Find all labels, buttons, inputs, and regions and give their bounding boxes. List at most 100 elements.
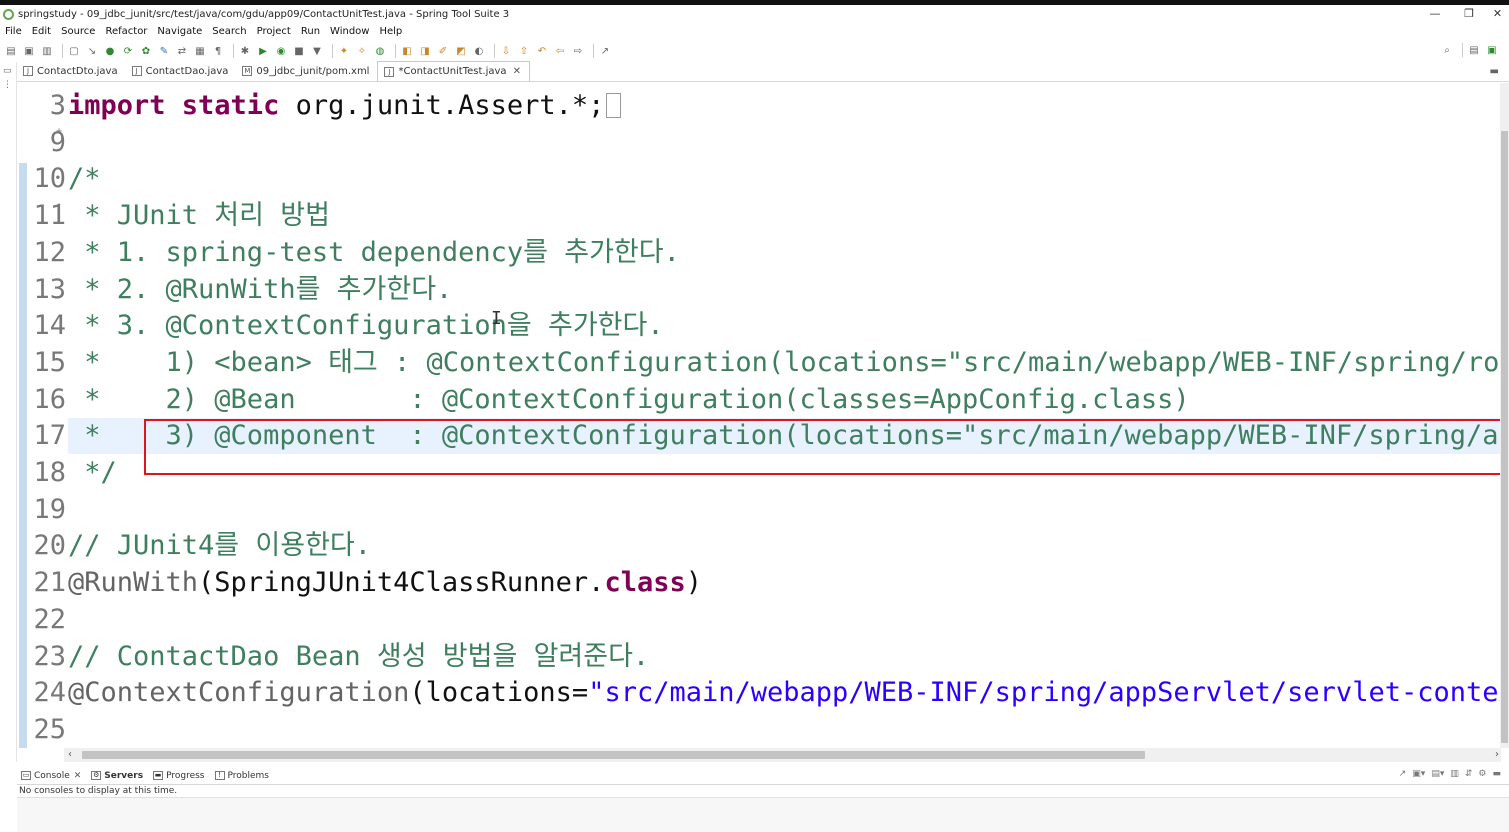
folder-icon[interactable]: ◩ xyxy=(454,44,468,58)
highlight-icon[interactable]: ✎ xyxy=(157,44,171,58)
run-icon[interactable]: ▶ xyxy=(256,44,270,58)
debug-icon[interactable]: ● xyxy=(103,44,117,58)
next-annotation-icon[interactable]: ⇩ xyxy=(499,44,513,58)
menu-file[interactable]: File xyxy=(0,25,27,39)
code-line[interactable]: 10-/* xyxy=(17,161,100,210)
settings-icon[interactable]: ✱ xyxy=(238,44,252,58)
tab-contactdao[interactable]: J ContactDao.java xyxy=(126,61,237,81)
code-line[interactable]: 15 * 1) <bean> 태그 : @ContextConfiguratio… xyxy=(17,345,1501,381)
code-line[interactable]: 25 xyxy=(17,712,68,748)
scroll-left-icon[interactable]: ‹ xyxy=(68,748,72,762)
toolbar-separator xyxy=(62,44,63,58)
code-editor[interactable]: 3 + import static org.junit.Assert.*; 9 10- /… xyxy=(17,83,1501,748)
editor-horizontal-scrollbar[interactable]: ‹ › xyxy=(64,748,1501,762)
scroll-right-icon[interactable]: › xyxy=(1495,748,1499,762)
display-console-icon[interactable]: ▣▾ xyxy=(1412,769,1425,779)
tab-pom-xml[interactable]: M 09_jdbc_junit/pom.xml xyxy=(236,61,377,81)
scrollbar-thumb[interactable] xyxy=(82,751,1145,759)
code-line[interactable]: 13 * 2. @RunWith를 추가한다. xyxy=(17,272,452,308)
scrollbar-thumb[interactable] xyxy=(1501,131,1508,743)
settings-icon[interactable]: ⚙ xyxy=(1478,769,1486,779)
print-icon[interactable]: ▢ xyxy=(67,44,81,58)
save-icon[interactable]: ▣ xyxy=(22,44,36,58)
tab-console[interactable]: ▭ Console ✕ xyxy=(17,771,87,781)
new-class-icon[interactable]: ◍ xyxy=(373,44,387,58)
minimize-button[interactable]: — xyxy=(1418,5,1452,24)
folded-code-indicator[interactable] xyxy=(606,93,622,118)
save-all-icon[interactable]: ▥ xyxy=(40,44,54,58)
minimize-panel-icon[interactable]: ▬ xyxy=(1492,769,1501,779)
tab-contactunittest[interactable]: J *ContactUnitTest.java ✕ xyxy=(377,61,530,81)
restore-view-icon[interactable]: ▭ xyxy=(3,66,13,76)
pin-editor-icon[interactable]: ↗ xyxy=(598,44,612,58)
tab-servers[interactable]: ⚙ Servers xyxy=(87,771,149,781)
menu-help[interactable]: Help xyxy=(374,25,407,39)
code-line[interactable]: 24@ContextConfiguration(locations="src/m… xyxy=(17,675,1501,711)
menu-source[interactable]: Source xyxy=(56,25,100,39)
close-tab-icon[interactable]: ✕ xyxy=(74,771,82,781)
restore-button[interactable]: ❐ xyxy=(1452,5,1486,24)
deploy-icon[interactable]: ▼ xyxy=(310,44,324,58)
code-line[interactable]: 23// ContactDao Bean 생성 방법을 알려준다. xyxy=(17,639,649,675)
code-token: import static xyxy=(68,90,280,121)
code-line[interactable]: 21@RunWith(SpringJUnit4ClassRunner.class… xyxy=(17,565,702,601)
stop-icon[interactable]: ■ xyxy=(292,44,306,58)
code-line[interactable]: 22 xyxy=(17,602,68,638)
code-token: * 1) <bean> 태그 : @ContextConfiguration(l… xyxy=(68,347,1501,378)
menu-run[interactable]: Run xyxy=(296,25,325,39)
prev-annotation-icon[interactable]: ⇧ xyxy=(517,44,531,58)
code-line[interactable]: 18 */ xyxy=(17,455,116,491)
spring-icon[interactable]: ✿ xyxy=(139,44,153,58)
forward-icon[interactable]: ⇨ xyxy=(571,44,585,58)
tab-problems[interactable]: ! Problems xyxy=(211,771,275,781)
code-line[interactable]: 14 * 3. @ContextConfiguration을 추가한다. xyxy=(17,308,663,344)
editor-vertical-scrollbar[interactable] xyxy=(1500,83,1509,748)
minimize-editor-icon[interactable]: ▬ xyxy=(1490,66,1499,77)
open-type-icon[interactable]: ◧ xyxy=(400,44,414,58)
new-package-icon[interactable]: ✧ xyxy=(355,44,369,58)
menu-project[interactable]: Project xyxy=(252,25,296,39)
run-external-icon[interactable]: ◉ xyxy=(274,44,288,58)
skip-breakpoints-icon[interactable]: ↘ xyxy=(85,44,99,58)
last-edit-icon[interactable]: ↶ xyxy=(535,44,549,58)
code-line[interactable]: 20// JUnit4를 이용한다. xyxy=(17,528,371,564)
new-java-project-icon[interactable]: ✦ xyxy=(337,44,351,58)
scroll-lock-icon[interactable]: ⇵ xyxy=(1465,769,1473,779)
code-line[interactable]: 11 * JUnit 처리 방법 xyxy=(17,198,329,234)
menu-edit[interactable]: Edit xyxy=(27,25,56,39)
copy-icon[interactable]: ▥ xyxy=(1450,769,1459,779)
pin-console-icon[interactable]: ↗ xyxy=(1399,769,1407,779)
back-icon[interactable]: ⇦ xyxy=(553,44,567,58)
code-line[interactable]: 9 xyxy=(17,125,68,161)
open-perspective-icon[interactable]: ▤ xyxy=(1467,43,1481,57)
tab-progress[interactable]: ▬ Progress xyxy=(149,771,210,781)
title-bar: springstudy - 09_jdbc_junit/src/test/jav… xyxy=(0,5,1509,24)
code-line[interactable]: 16 * 2) @Bean : @ContextConfiguration(cl… xyxy=(17,382,1189,418)
code-line[interactable]: 19 xyxy=(17,492,68,528)
close-tab-icon[interactable]: ✕ xyxy=(513,66,521,77)
package-explorer-icon[interactable]: ⋮ xyxy=(3,80,13,90)
menu-search[interactable]: Search xyxy=(207,25,251,39)
whitespace-icon[interactable]: ¶ xyxy=(211,44,225,58)
status-bar xyxy=(17,797,1509,832)
open-task-icon[interactable]: ◨ xyxy=(418,44,432,58)
line-number: 20 xyxy=(33,530,66,561)
new-icon[interactable]: ▤ xyxy=(4,44,18,58)
refresh-icon[interactable]: ⟳ xyxy=(121,44,135,58)
link-icon[interactable]: ⇄ xyxy=(175,44,189,58)
code-line[interactable]: 3 + import static org.junit.Assert.*; xyxy=(17,88,622,137)
toolbar-separator xyxy=(233,44,234,58)
globe-icon[interactable]: ◐ xyxy=(472,44,486,58)
tab-contactdto[interactable]: J ContactDto.java xyxy=(17,61,126,81)
java-perspective-icon[interactable]: ▣ xyxy=(1485,43,1499,57)
menu-window[interactable]: Window xyxy=(325,25,374,39)
search-tool-icon[interactable]: ✐ xyxy=(436,44,450,58)
close-button[interactable]: ✕ xyxy=(1486,5,1509,24)
code-line[interactable]: 12 * 1. spring-test dependency를 추가한다. xyxy=(17,235,679,271)
block-select-icon[interactable]: ▦ xyxy=(193,44,207,58)
line-number: 19 xyxy=(33,494,66,525)
menu-refactor[interactable]: Refactor xyxy=(100,25,152,39)
search-icon[interactable]: ⌕ xyxy=(1440,43,1454,57)
open-console-icon[interactable]: ▤▾ xyxy=(1431,769,1444,779)
menu-navigate[interactable]: Navigate xyxy=(152,25,207,39)
